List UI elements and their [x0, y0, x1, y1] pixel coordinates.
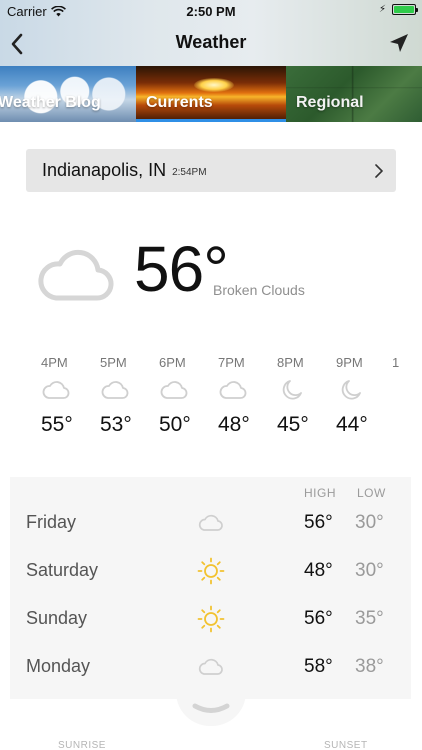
- hourly-item: 7PM 48°: [218, 355, 278, 437]
- sunset-label: SUNSET: [324, 740, 368, 750]
- hourly-temp: 45°: [277, 413, 309, 436]
- day-high: 56°: [304, 608, 333, 629]
- day-name: Friday: [26, 512, 77, 532]
- day-low: 30°: [355, 560, 384, 581]
- chevron-right-icon: [375, 164, 383, 178]
- current-condition: Broken Clouds: [213, 282, 305, 298]
- hourly-time: 8PM: [277, 355, 304, 370]
- tab-regional[interactable]: Regional: [286, 66, 422, 122]
- chevron-left-icon[interactable]: [6, 30, 30, 58]
- hourly-temp: 55°: [41, 413, 73, 436]
- hourly-item: 8PM 45°: [277, 355, 337, 437]
- day-low: 35°: [355, 608, 384, 629]
- day-name: Monday: [26, 656, 91, 676]
- tab-label: Currents: [146, 94, 213, 111]
- hourly-item: 6PM 50°: [159, 355, 219, 437]
- tab-label: Regional: [296, 94, 364, 111]
- day-high: 56°: [304, 512, 333, 533]
- nav-bar: Weather: [0, 22, 422, 66]
- cloud-icon: [101, 381, 129, 399]
- daily-forecast: HIGH LOW Friday 56° 30° Saturday 48° 30°…: [10, 477, 411, 699]
- hourly-item: 5PM 53°: [100, 355, 160, 437]
- day-low: 38°: [355, 656, 384, 677]
- hourly-temp: 44°: [336, 413, 368, 436]
- day-name: Sunday: [26, 608, 88, 628]
- daily-row: Saturday 48° 30°: [10, 548, 411, 594]
- page-title: Weather: [175, 32, 247, 52]
- header: Carrier 2:50 PM ⚡ Weather Weather Blog C…: [0, 0, 422, 122]
- status-bar: Carrier 2:50 PM ⚡: [0, 0, 422, 22]
- hourly-item: 9PM 44°: [336, 355, 396, 437]
- high-header: HIGH: [304, 486, 336, 500]
- day-low: 30°: [355, 512, 384, 533]
- hourly-forecast: 4PM 55° 5PM 53° 6PM 50° 7PM 48° 8PM 45° …: [26, 355, 422, 455]
- charging-icon: ⚡: [378, 4, 386, 15]
- tab-weather-blog[interactable]: Weather Blog: [0, 66, 136, 122]
- hourly-item: 1: [392, 355, 412, 373]
- tab-currents[interactable]: Currents: [136, 66, 286, 122]
- location-name: Indianapolis, IN: [42, 160, 167, 180]
- tab-label: Weather Blog: [0, 94, 101, 111]
- moon-icon: [341, 380, 361, 400]
- hourly-time: 9PM: [336, 355, 363, 370]
- sun-icon: [197, 605, 225, 633]
- daily-row: Monday 58° 38°: [10, 644, 411, 690]
- hourly-item: 4PM 55°: [41, 355, 101, 437]
- hourly-time: 6PM: [159, 355, 186, 370]
- cloud-icon: [42, 381, 70, 399]
- sun-times: SUNRISE SUNSET: [0, 740, 422, 750]
- cloud-icon: [198, 514, 223, 531]
- status-time: 2:50 PM: [186, 4, 236, 19]
- cloud-icon: [219, 381, 247, 399]
- sunrise-label: SUNRISE: [58, 740, 106, 750]
- location-updated-time: 2:54PM: [172, 167, 207, 178]
- location-arrow-icon[interactable]: [388, 32, 410, 54]
- day-high: 48°: [304, 560, 333, 581]
- chevron-down-icon: [192, 703, 230, 713]
- day-name: Saturday: [26, 560, 99, 580]
- hourly-temp: 48°: [218, 413, 250, 436]
- hourly-temp: 53°: [100, 413, 132, 436]
- status-right: ⚡: [378, 4, 418, 15]
- location-selector[interactable]: Indianapolis, IN 2:54PM: [26, 149, 396, 192]
- tab-currents-image: [194, 78, 234, 92]
- battery-icon: [392, 4, 418, 15]
- moon-icon: [282, 380, 302, 400]
- daily-row: Sunday 56° 35°: [10, 596, 411, 642]
- daily-row: Friday 56° 30°: [10, 500, 411, 546]
- tab-bar: Weather Blog Currents Regional: [0, 66, 422, 122]
- cloud-icon: [38, 249, 114, 301]
- hourly-time: 5PM: [100, 355, 127, 370]
- hourly-time: 1: [392, 355, 400, 370]
- cloud-icon: [198, 658, 223, 675]
- hourly-temp: 50°: [159, 413, 191, 436]
- sun-icon: [197, 557, 225, 585]
- current-conditions: 56° Broken Clouds: [0, 230, 422, 320]
- hourly-time: 4PM: [41, 355, 68, 370]
- cloud-icon: [160, 381, 188, 399]
- expand-handle[interactable]: [176, 692, 246, 726]
- hourly-time: 7PM: [218, 355, 245, 370]
- low-header: LOW: [357, 486, 386, 500]
- tab-selected-indicator: [136, 119, 286, 122]
- day-high: 58°: [304, 656, 333, 677]
